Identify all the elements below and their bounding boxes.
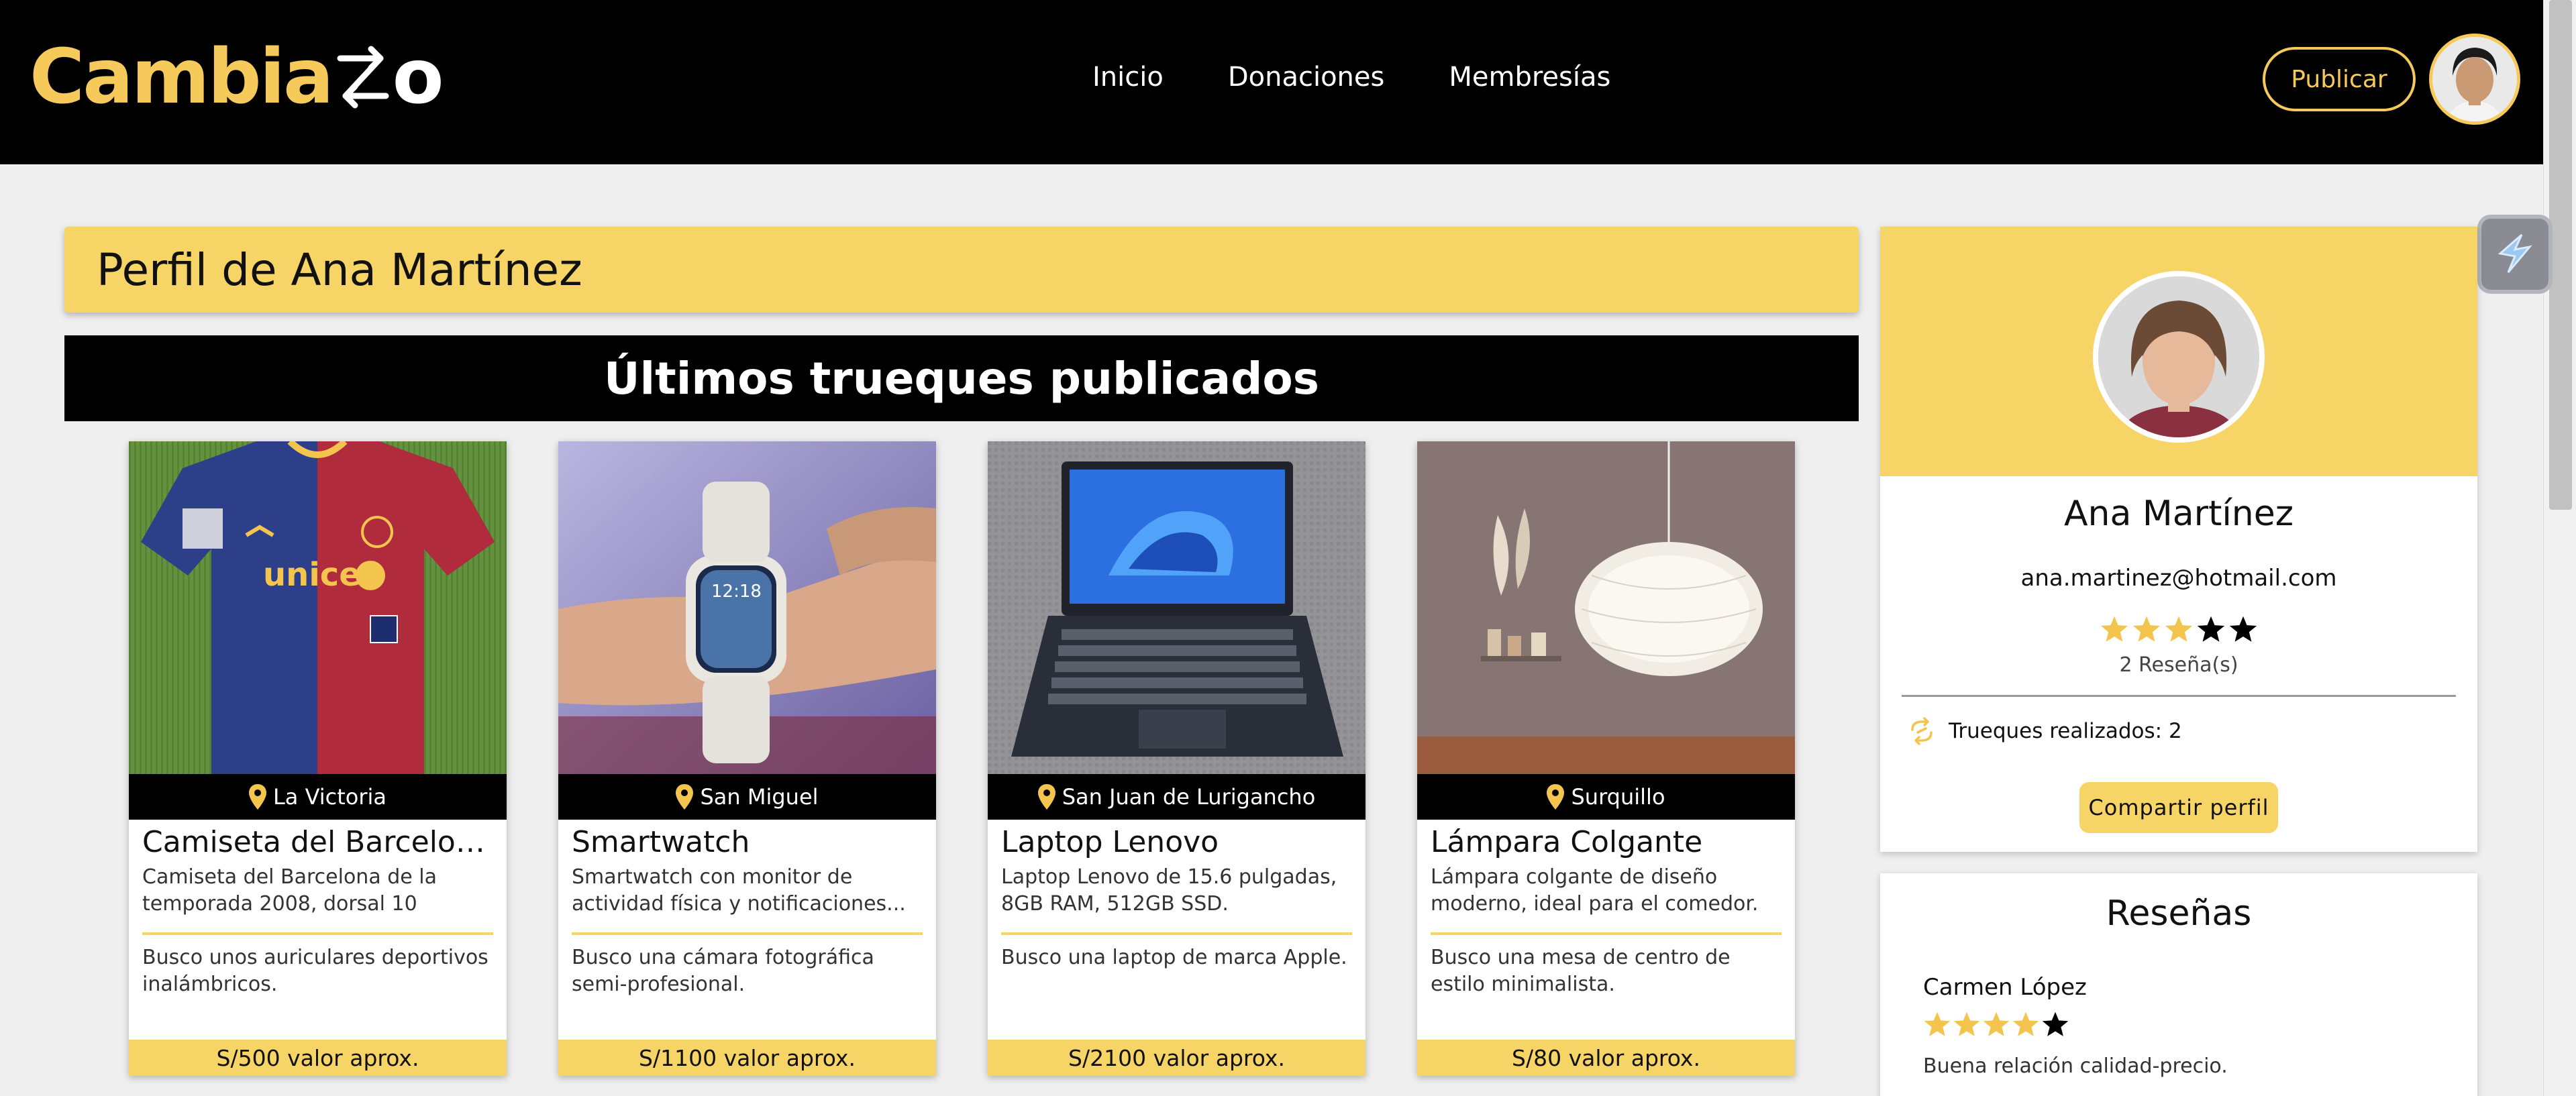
trade-card[interactable]: Surquillo Lámpara Colgante Lámpara colga… (1417, 441, 1795, 1076)
star-empty-icon (2197, 616, 2225, 642)
trade-card[interactable]: San Juan de Lurigancho Laptop Lenovo Lap… (988, 441, 1366, 1076)
card-wish: Busco una laptop de marca Apple. (1001, 946, 1347, 969)
profile-photo (2098, 276, 2259, 437)
exchange-icon (1911, 717, 1933, 745)
publish-button[interactable]: Publicar (2263, 47, 2416, 111)
share-profile-button[interactable]: Compartir perfil (2079, 782, 2278, 833)
card-title[interactable]: Lámpara Colgante (1431, 825, 1783, 859)
cambiazo-logo[interactable]: Cambia o (30, 34, 444, 121)
svg-text:12:18: 12:18 (711, 582, 762, 602)
product-image-lamp (1417, 441, 1795, 774)
price-bar: S/2100 valor aprox. (988, 1040, 1366, 1076)
card-wish: Busco una mesa de centro de estilo minim… (1431, 946, 1731, 996)
main-nav: Inicio Donaciones Membresías (1092, 62, 1610, 93)
card-wish: Busco una cámara fotográfica semi-profes… (572, 946, 874, 996)
location-bar: San Juan de Lurigancho (988, 774, 1366, 820)
page-scrollbar[interactable] (2543, 0, 2576, 1096)
logo-suffix: o (392, 34, 444, 121)
card-description: Camiseta del Barcelona de la temporada 2… (142, 865, 437, 916)
trade-card[interactable]: 12:18 San Miguel Smartwatch Smartwatch c… (558, 441, 936, 1076)
profile-title-banner: Perfil de Ana Martínez (64, 227, 1859, 313)
location-bar: La Victoria (129, 774, 507, 820)
swap-arrows-icon (337, 46, 389, 109)
section-title: Últimos trueques publicados (603, 352, 1320, 404)
profile-avatar (2093, 271, 2265, 443)
location-pin-icon (1547, 784, 1565, 810)
location-bar: San Miguel (558, 774, 936, 820)
card-wish: Busco unos auriculares deportivos inalám… (142, 946, 488, 996)
location-pin-icon (248, 784, 266, 810)
trade-card[interactable]: unicef La Victoria Camiseta del Barcelon… (129, 441, 507, 1076)
card-title[interactable]: Laptop Lenovo (1001, 825, 1353, 859)
product-image-laptop (988, 441, 1366, 774)
price-bar: S/500 valor aprox. (129, 1040, 507, 1076)
reviews-count: 2 Reseña(s) (2119, 653, 2238, 677)
location-pin-icon (1037, 784, 1055, 810)
card-title[interactable]: Camiseta del Barcelona... (142, 825, 495, 859)
star-filled-icon (2132, 616, 2161, 642)
location-label: Surquillo (1571, 784, 1665, 810)
lightning-icon (2497, 233, 2532, 273)
page-title: Perfil de Ana Martínez (97, 243, 582, 296)
location-pin-icon (676, 784, 694, 810)
location-label: La Victoria (272, 784, 387, 810)
star-empty-icon (2042, 1011, 2069, 1036)
profile-name: Ana Martínez (2063, 494, 2294, 534)
card-divider (1001, 932, 1352, 935)
top-navbar: Cambia o Inicio Donaciones Membresías Pu… (0, 0, 2543, 164)
profile-rating (1880, 614, 2477, 644)
logo-text: Cambia (30, 34, 334, 121)
star-filled-icon (1924, 1011, 1951, 1036)
price-bar: S/1100 valor aprox. (558, 1040, 936, 1076)
profile-card: Ana Martínez ana.martinez@hotmail.com 2 … (1880, 227, 2477, 852)
card-divider (1431, 932, 1782, 935)
star-empty-icon (2229, 616, 2257, 642)
user-avatar-image (2432, 37, 2517, 121)
review-rating (1923, 1010, 2069, 1038)
card-description: Lámpara colgante de diseño moderno, idea… (1431, 865, 1759, 916)
user-avatar[interactable] (2429, 34, 2520, 125)
trades-completed: Trueques realizados: 2 (1907, 716, 2182, 746)
card-divider (572, 932, 923, 935)
card-description: Laptop Lenovo de 15.6 pulgadas, 8GB RAM,… (1001, 865, 1337, 916)
price-bar: S/80 valor aprox. (1417, 1040, 1795, 1076)
card-divider (142, 932, 493, 935)
star-filled-icon (2100, 616, 2128, 642)
location-label: San Miguel (700, 784, 819, 810)
profile-divider (1902, 695, 2456, 697)
price-label: S/2100 valor aprox. (1068, 1044, 1285, 1071)
star-filled-icon (2165, 616, 2193, 642)
product-image-jersey: unicef (129, 441, 507, 774)
star-filled-icon (2012, 1011, 2039, 1036)
product-image-smartwatch: 12:18 (558, 441, 936, 774)
nav-inicio[interactable]: Inicio (1092, 62, 1164, 93)
scrollbar-thumb[interactable] (2549, 0, 2572, 510)
floating-extension-button[interactable] (2477, 215, 2553, 294)
review-text: Buena relación calidad-precio. (1923, 1054, 2228, 1078)
trades-label: Trueques realizados: 2 (1949, 719, 2182, 743)
location-label: San Juan de Lurigancho (1062, 784, 1316, 810)
card-title[interactable]: Smartwatch (572, 825, 924, 859)
profile-email: ana.martinez@hotmail.com (2020, 565, 2337, 592)
reviews-title: Reseñas (2106, 893, 2252, 934)
nav-membresias[interactable]: Membresías (1449, 62, 1610, 93)
price-label: S/500 valor aprox. (216, 1044, 419, 1071)
section-header: Últimos trueques publicados (64, 335, 1859, 421)
star-filled-icon (1983, 1011, 2010, 1036)
review-author: Carmen López (1923, 974, 2087, 1001)
price-label: S/1100 valor aprox. (639, 1044, 856, 1071)
location-bar: Surquillo (1417, 774, 1795, 820)
price-label: S/80 valor aprox. (1512, 1044, 1700, 1071)
nav-donaciones[interactable]: Donaciones (1228, 62, 1385, 93)
card-description: Smartwatch con monitor de actividad físi… (572, 865, 906, 916)
star-filled-icon (1953, 1011, 1980, 1036)
reviews-card: Reseñas Carmen López Buena relación cali… (1880, 873, 2477, 1096)
